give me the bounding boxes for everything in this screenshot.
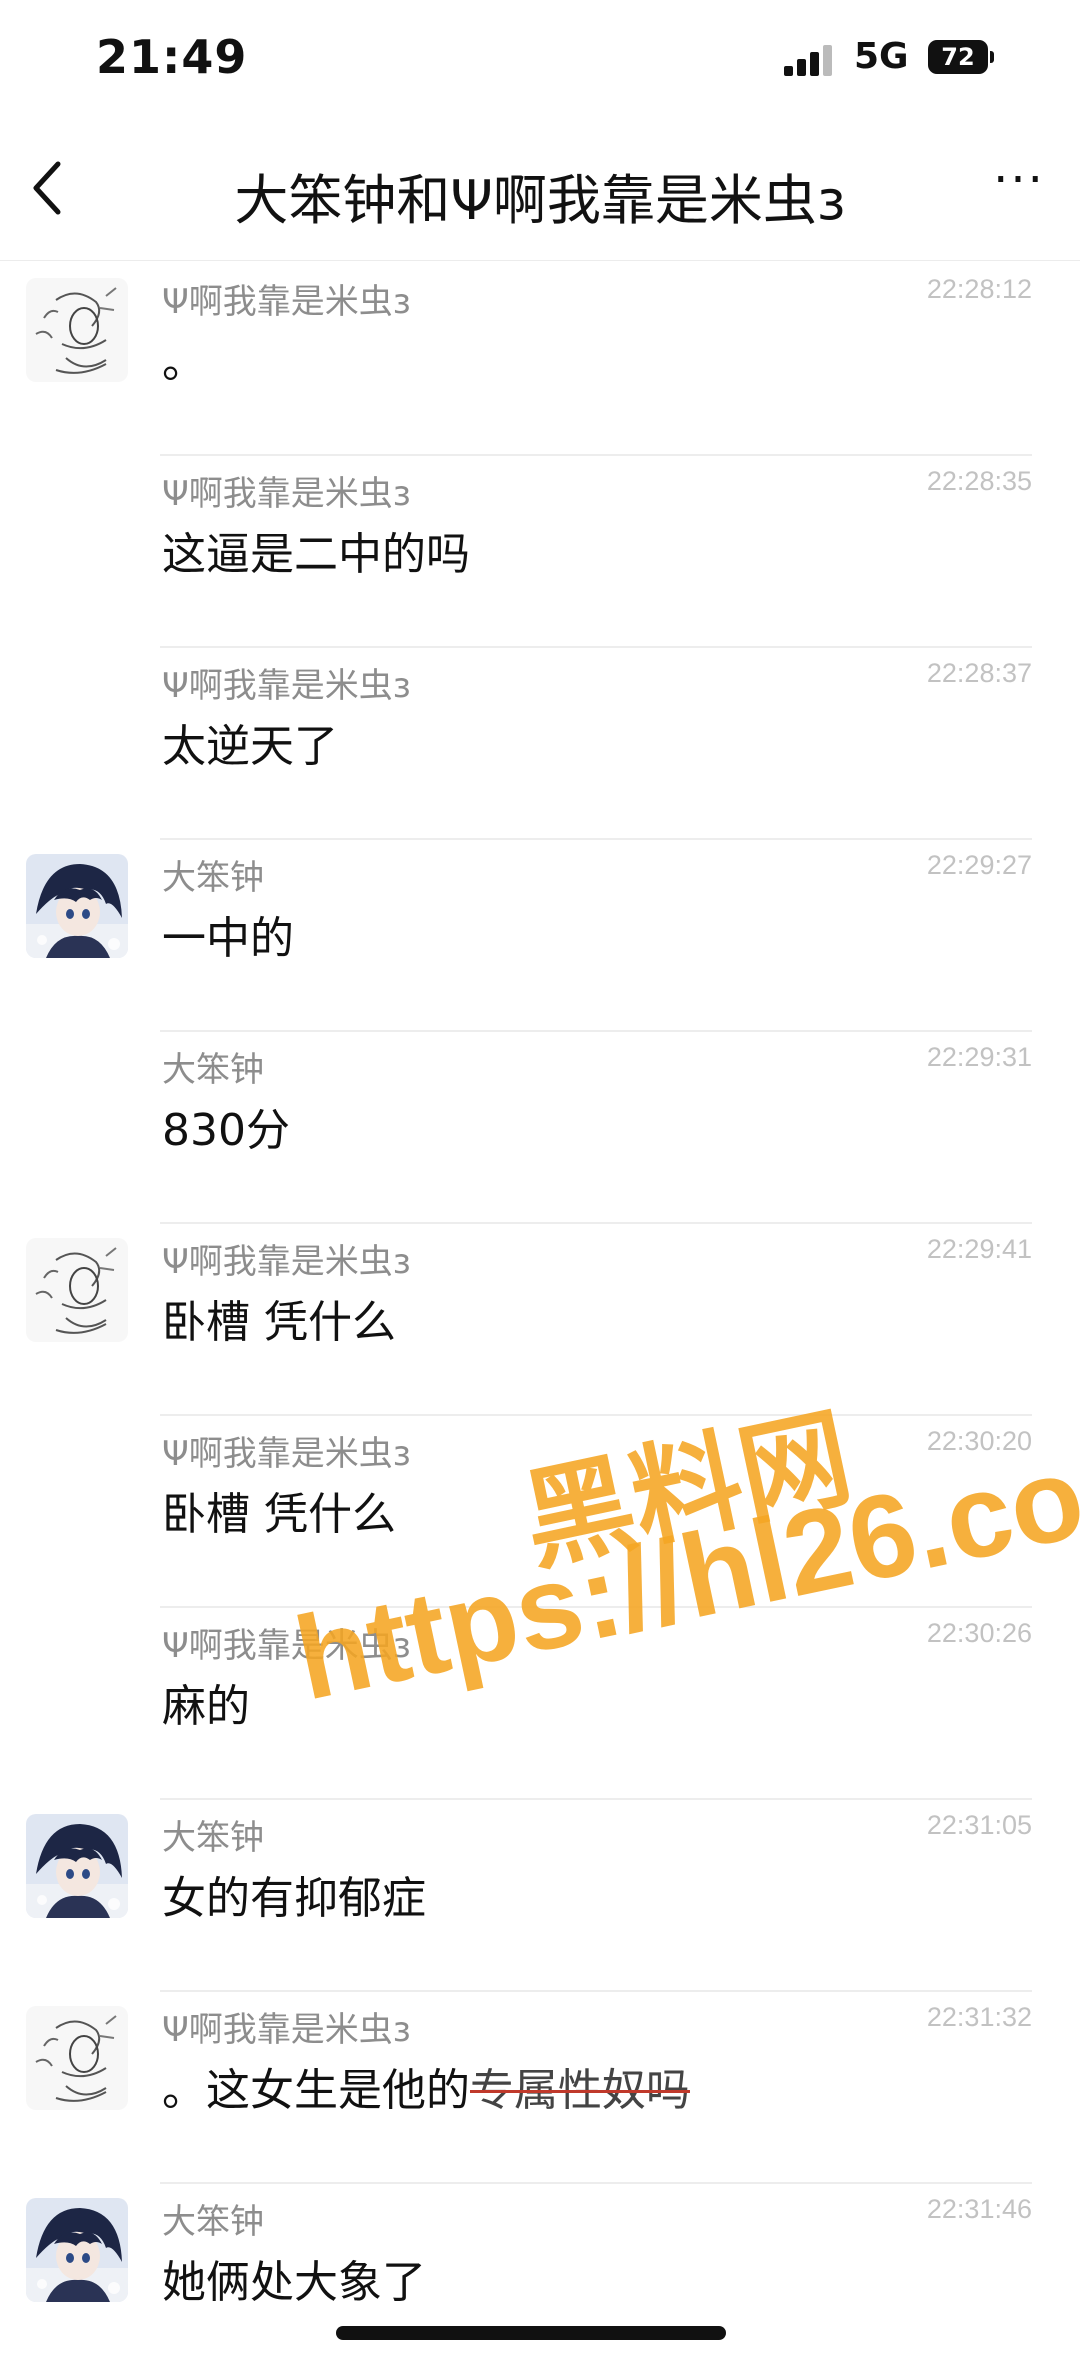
message-row: 大笨钟 22:29:27 一中的 [0, 838, 1080, 1030]
message-text: 太逆天了 [162, 721, 338, 772]
divider [160, 646, 1032, 648]
message-text: 卧槽 凭什么 [162, 1489, 396, 1540]
message-row: Ψ啊我靠是米虫з 22:31:32 。这女生是他的专属性奴吗 [0, 1990, 1080, 2182]
message-text: 这逼是二中的吗 [162, 529, 470, 580]
message-text: 。 [162, 337, 206, 388]
message-time: 22:30:26 [926, 1618, 1032, 1648]
divider [160, 454, 1032, 456]
message-text-plain: 。这女生是他的 [162, 2065, 470, 2116]
message-row: Ψ啊我靠是米虫з 22:28:35 这逼是二中的吗 [0, 454, 1080, 646]
message-text: 830分 [162, 1105, 290, 1156]
message-time: 22:29:27 [926, 850, 1032, 880]
home-indicator[interactable] [336, 2326, 726, 2340]
network-type: 5G [854, 36, 909, 77]
divider [160, 1990, 1032, 1992]
avatar-sketch[interactable] [26, 278, 128, 382]
message-row: Ψ啊我靠是米虫з 22:28:12 。 [0, 262, 1080, 454]
sender-name: Ψ啊我靠是米虫з [162, 1242, 411, 1282]
status-time: 21:49 [96, 30, 248, 84]
sender-name: 大笨钟 [162, 1818, 264, 1858]
avatar-sketch[interactable] [26, 1238, 128, 1342]
divider [160, 2182, 1032, 2184]
divider [160, 1030, 1032, 1032]
message-row: Ψ啊我靠是米虫з 22:29:41 卧槽 凭什么 [0, 1222, 1080, 1414]
message-time: 22:29:31 [926, 1042, 1032, 1072]
chat-header: 大笨钟和Ψ啊我靠是米虫з ··· [0, 120, 1080, 261]
divider [160, 1414, 1032, 1416]
status-bar: 21:49 5G 72 [0, 0, 1080, 120]
sender-name: Ψ啊我靠是米虫з [162, 474, 411, 514]
message-time: 22:29:41 [926, 1234, 1032, 1264]
message-text: 麻的 [162, 1681, 250, 1732]
message-row: 大笨钟 22:31:46 她俩处大象了 [0, 2182, 1080, 2374]
signal-icon [784, 44, 832, 76]
message-time: 22:28:35 [926, 466, 1032, 496]
message-time: 22:28:12 [926, 274, 1032, 304]
divider [160, 1798, 1032, 1800]
message-text: 。这女生是他的专属性奴吗 [162, 2054, 690, 2118]
avatar-sketch[interactable] [26, 2006, 128, 2110]
more-options-button[interactable]: ··· [984, 156, 1054, 220]
message-time: 22:28:37 [926, 658, 1032, 688]
message-text: 卧槽 凭什么 [162, 1297, 396, 1348]
message-text: 一中的 [162, 913, 294, 964]
sender-name: Ψ啊我靠是米虫з [162, 282, 411, 322]
avatar-anime[interactable] [26, 854, 128, 958]
message-time: 22:31:46 [926, 2194, 1032, 2224]
back-button[interactable] [20, 148, 80, 228]
sender-name: Ψ啊我靠是米虫з [162, 666, 411, 706]
sender-name: Ψ啊我靠是米虫з [162, 2010, 411, 2050]
battery-icon: 72 [928, 40, 994, 74]
sender-name: 大笨钟 [162, 1050, 264, 1090]
avatar-anime[interactable] [26, 2198, 128, 2302]
avatar-anime[interactable] [26, 1814, 128, 1918]
message-row: 大笨钟 22:29:31 830分 [0, 1030, 1080, 1222]
sender-name: Ψ啊我靠是米虫з [162, 1434, 411, 1474]
sender-name: 大笨钟 [162, 2202, 264, 2242]
divider [160, 1222, 1032, 1224]
sender-name: 大笨钟 [162, 858, 264, 898]
page-title: 大笨钟和Ψ啊我靠是米虫з [234, 169, 846, 232]
message-text: 女的有抑郁症 [162, 1873, 426, 1924]
divider [160, 838, 1032, 840]
message-time: 22:31:32 [926, 2002, 1032, 2032]
message-row: 大笨钟 22:31:05 女的有抑郁症 [0, 1798, 1080, 1990]
chevron-left-icon [33, 161, 61, 215]
message-list[interactable]: Ψ啊我靠是米虫з 22:28:12 。 Ψ啊我靠是米虫з 22:28:35 这逼… [0, 262, 1080, 2374]
message-text-struck: 专属性奴吗 [470, 2065, 690, 2116]
message-time: 22:31:05 [926, 1810, 1032, 1840]
message-row: Ψ啊我靠是米虫з 22:28:37 太逆天了 [0, 646, 1080, 838]
message-text: 她俩处大象了 [162, 2257, 426, 2308]
